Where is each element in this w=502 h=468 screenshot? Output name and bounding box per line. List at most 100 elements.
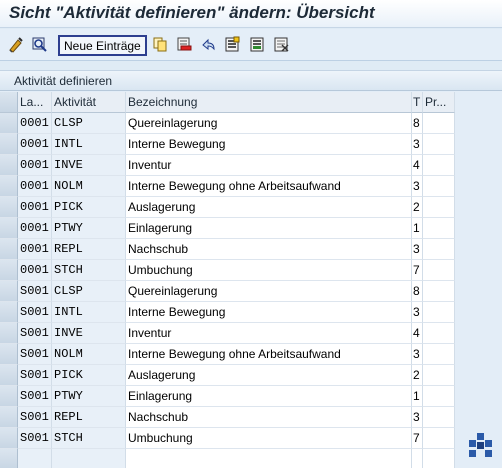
cell-aktivitaet[interactable]: CLSP	[52, 113, 126, 134]
cell-pr[interactable]	[423, 176, 455, 197]
cell-bezeichnung[interactable]	[126, 449, 412, 468]
cell-pr[interactable]	[423, 281, 455, 302]
cell-pr[interactable]	[423, 323, 455, 344]
cell-bezeichnung[interactable]: Nachschub	[126, 407, 412, 428]
display-change-icon[interactable]	[31, 35, 50, 54]
cell-bezeichnung[interactable]: Auslagerung	[126, 197, 412, 218]
copy-icon[interactable]	[151, 35, 170, 54]
row-selector[interactable]	[0, 407, 18, 428]
cell-la[interactable]: 0001	[18, 134, 52, 155]
row-selector[interactable]	[0, 386, 18, 407]
column-header-la[interactable]: La...	[18, 92, 52, 113]
cell-pr[interactable]	[423, 386, 455, 407]
cell-la[interactable]: 0001	[18, 239, 52, 260]
cell-aktivitaet[interactable]: INVE	[52, 155, 126, 176]
table-settings-icon[interactable]	[468, 432, 494, 463]
delete-icon[interactable]	[175, 35, 194, 54]
cell-la[interactable]: S001	[18, 407, 52, 428]
cell-aktivitaet[interactable]: PICK	[52, 365, 126, 386]
cell-t[interactable]: 2	[412, 365, 423, 386]
cell-aktivitaet[interactable]: PICK	[52, 197, 126, 218]
row-selector[interactable]	[0, 218, 18, 239]
cell-bezeichnung[interactable]: Inventur	[126, 323, 412, 344]
cell-pr[interactable]	[423, 134, 455, 155]
cell-la[interactable]: 0001	[18, 260, 52, 281]
row-selector[interactable]	[0, 449, 18, 468]
cell-pr[interactable]	[423, 428, 455, 449]
cell-la[interactable]: 0001	[18, 176, 52, 197]
cell-bezeichnung[interactable]: Quereinlagerung	[126, 113, 412, 134]
cell-aktivitaet[interactable]: PTWY	[52, 218, 126, 239]
cell-t[interactable]: 4	[412, 323, 423, 344]
row-selector[interactable]	[0, 155, 18, 176]
cell-aktivitaet[interactable]: STCH	[52, 428, 126, 449]
cell-la[interactable]: S001	[18, 386, 52, 407]
new-entries-button[interactable]: Neue Einträge	[58, 35, 147, 56]
cell-aktivitaet[interactable]: NOLM	[52, 344, 126, 365]
cell-pr[interactable]	[423, 344, 455, 365]
cell-bezeichnung[interactable]: Nachschub	[126, 239, 412, 260]
cell-bezeichnung[interactable]: Quereinlagerung	[126, 281, 412, 302]
cell-t[interactable]: 3	[412, 344, 423, 365]
cell-la[interactable]: 0001	[18, 197, 52, 218]
cell-pr[interactable]	[423, 365, 455, 386]
cell-t[interactable]: 1	[412, 218, 423, 239]
cell-t[interactable]: 8	[412, 281, 423, 302]
cell-aktivitaet[interactable]: INTL	[52, 134, 126, 155]
cell-t[interactable]: 8	[412, 113, 423, 134]
select-block-icon[interactable]	[248, 35, 267, 54]
cell-t[interactable]: 2	[412, 197, 423, 218]
cell-bezeichnung[interactable]: Auslagerung	[126, 365, 412, 386]
cell-t[interactable]: 7	[412, 260, 423, 281]
cell-bezeichnung[interactable]: Inventur	[126, 155, 412, 176]
select-all-icon[interactable]	[223, 35, 242, 54]
cell-t[interactable]: 3	[412, 302, 423, 323]
cell-la[interactable]: S001	[18, 323, 52, 344]
cell-aktivitaet[interactable]: INVE	[52, 323, 126, 344]
row-selector[interactable]	[0, 197, 18, 218]
cell-aktivitaet[interactable]: CLSP	[52, 281, 126, 302]
cell-bezeichnung[interactable]: Interne Bewegung ohne Arbeitsaufwand	[126, 344, 412, 365]
row-selector[interactable]	[0, 176, 18, 197]
row-selector[interactable]	[0, 365, 18, 386]
cell-pr[interactable]	[423, 113, 455, 134]
cell-la[interactable]: S001	[18, 428, 52, 449]
cell-pr[interactable]	[423, 218, 455, 239]
cell-bezeichnung[interactable]: Interne Bewegung ohne Arbeitsaufwand	[126, 176, 412, 197]
row-selector[interactable]	[0, 344, 18, 365]
cell-t[interactable]: 3	[412, 407, 423, 428]
cell-aktivitaet[interactable]: NOLM	[52, 176, 126, 197]
cell-t[interactable]: 3	[412, 134, 423, 155]
cell-pr[interactable]	[423, 197, 455, 218]
row-selector[interactable]	[0, 323, 18, 344]
cell-aktivitaet[interactable]: REPL	[52, 239, 126, 260]
cell-aktivitaet[interactable]: INTL	[52, 302, 126, 323]
cell-bezeichnung[interactable]: Interne Bewegung	[126, 302, 412, 323]
cell-t[interactable]: 7	[412, 428, 423, 449]
cell-la[interactable]: 0001	[18, 218, 52, 239]
row-selector[interactable]	[0, 260, 18, 281]
cell-t[interactable]: 1	[412, 386, 423, 407]
cell-bezeichnung[interactable]: Einlagerung	[126, 218, 412, 239]
cell-la[interactable]: S001	[18, 281, 52, 302]
cell-t[interactable]: 3	[412, 239, 423, 260]
row-selector[interactable]	[0, 428, 18, 449]
cell-pr[interactable]	[423, 155, 455, 176]
row-selector[interactable]	[0, 134, 18, 155]
cell-aktivitaet[interactable]: REPL	[52, 407, 126, 428]
cell-la[interactable]: S001	[18, 302, 52, 323]
cell-la[interactable]: S001	[18, 344, 52, 365]
cell-pr[interactable]	[423, 302, 455, 323]
row-selector[interactable]	[0, 302, 18, 323]
deselect-all-icon[interactable]	[272, 35, 291, 54]
cell-la[interactable]: 0001	[18, 113, 52, 134]
cell-bezeichnung[interactable]: Einlagerung	[126, 386, 412, 407]
cell-aktivitaet[interactable]	[52, 449, 126, 468]
row-selector[interactable]	[0, 113, 18, 134]
cell-aktivitaet[interactable]: STCH	[52, 260, 126, 281]
cell-t[interactable]: 4	[412, 155, 423, 176]
cell-la[interactable]: 0001	[18, 155, 52, 176]
row-selector[interactable]	[0, 281, 18, 302]
edit-glasses-icon[interactable]	[7, 35, 26, 54]
column-header-t[interactable]: T	[412, 92, 423, 113]
